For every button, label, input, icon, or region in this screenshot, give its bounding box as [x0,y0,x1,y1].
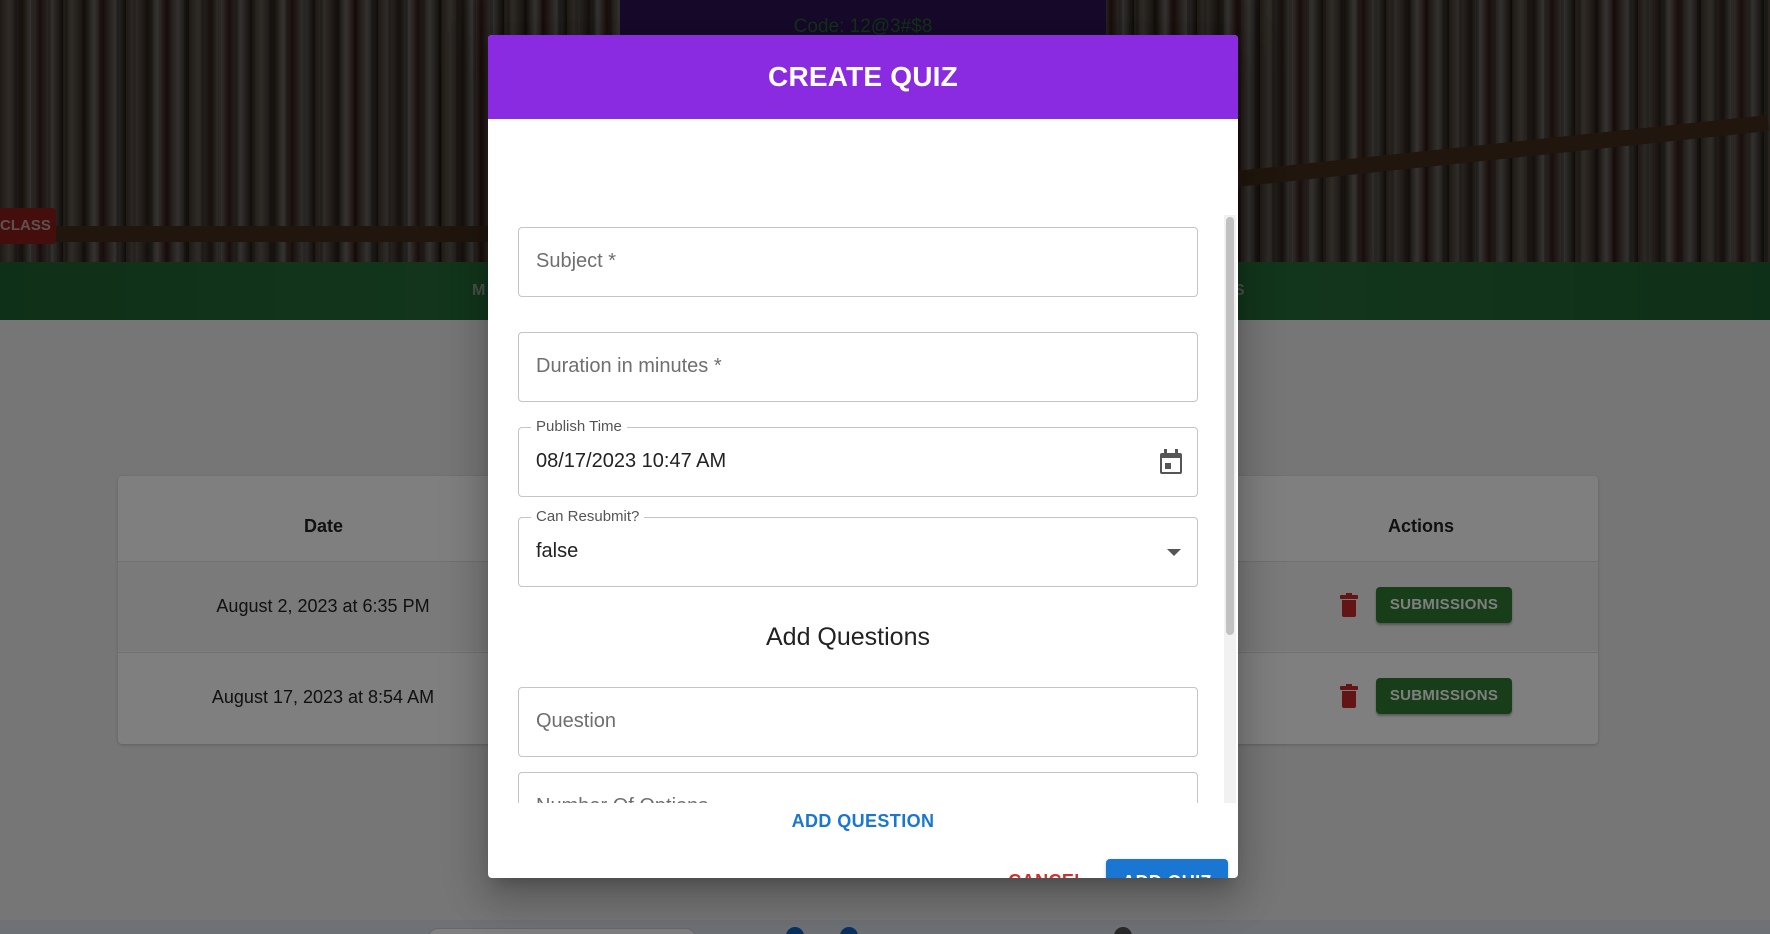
publish-time-label: Publish Time [531,418,627,435]
publish-time-field[interactable]: Publish Time 08/17/2023 10:47 AM [518,418,1198,497]
create-quiz-dialog: CREATE QUIZ Subject * Duration in minute… [488,35,1238,878]
subject-placeholder: Subject * [536,250,617,272]
question-field[interactable]: Question [518,687,1198,757]
add-quiz-button[interactable]: ADD QUIZ [1106,859,1228,878]
add-questions-heading: Add Questions [766,623,930,651]
subject-field[interactable]: Subject * [518,227,1198,297]
dialog-scrollbar-thumb[interactable] [1226,217,1234,635]
cancel-button[interactable]: CANCEL [1004,859,1090,878]
publish-time-value: 08/17/2023 10:47 AM [536,450,727,472]
question-placeholder: Question [536,710,617,732]
number-of-options-field[interactable]: Number Of Options [518,772,1198,803]
can-resubmit-select[interactable]: Can Resubmit? false [518,508,1198,587]
add-question-button[interactable]: ADD QUESTION [488,811,1238,832]
dialog-content: Subject * Duration in minutes * Publish … [488,119,1238,803]
chevron-down-icon [1167,549,1181,556]
can-resubmit-label: Can Resubmit? [531,508,645,525]
duration-placeholder: Duration in minutes * [536,355,722,377]
dialog-title: CREATE QUIZ [488,35,1238,119]
number-of-options-placeholder: Number Of Options [536,795,708,803]
duration-field[interactable]: Duration in minutes * [518,332,1198,402]
calendar-icon[interactable] [1159,449,1183,475]
can-resubmit-value: false [536,540,579,562]
